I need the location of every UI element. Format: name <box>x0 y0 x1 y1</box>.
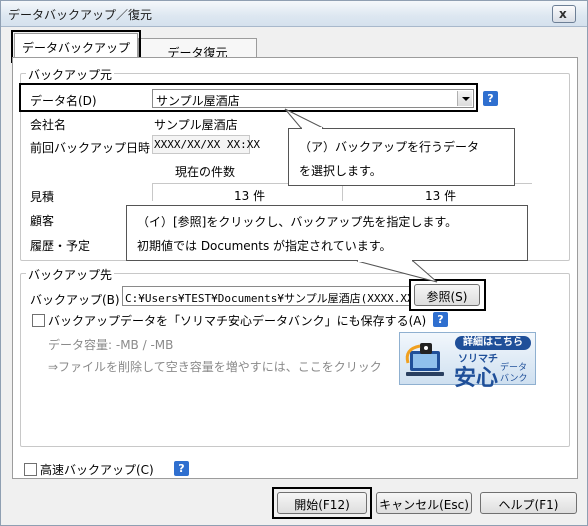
close-button[interactable]: x <box>552 5 576 23</box>
bank-help-icon[interactable]: ? <box>433 312 448 327</box>
data-name-help-icon[interactable]: ? <box>483 91 498 106</box>
cancel-button[interactable]: キャンセル(Esc) <box>376 492 472 514</box>
company-name-value: サンプル屋酒店 <box>154 118 238 132</box>
title-bar: データバックアップ／復元 x <box>1 1 587 27</box>
data-name-highlight-frame <box>19 83 478 112</box>
window-title: データバックアップ／復元 <box>8 8 153 22</box>
callout-b-line2: 初期値では Documents が指定されています。 <box>137 239 392 253</box>
banner-small-line2: バンク <box>500 374 528 384</box>
last-backup-value: XXXX/XX/XX XX:XX <box>154 138 260 151</box>
fast-backup-checkbox[interactable] <box>24 463 37 476</box>
start-highlight-frame <box>272 487 372 519</box>
cancel-button-label: キャンセル(Esc) <box>379 498 469 512</box>
backup-path-value: C:¥Users¥TEST¥Documents¥サンプル屋酒店(XXXX.XX. <box>125 292 411 305</box>
backup-destination-group-title: バックアップ先 <box>26 266 115 283</box>
customer-label: 顧客 <box>30 214 55 228</box>
fast-backup-label[interactable]: 高速バックアップ(C) <box>40 461 154 478</box>
free-space-hint-link[interactable]: ⇒ファイルを削除して空き容量を増やすには、ここをクリック <box>48 358 382 375</box>
computer-lock-icon <box>405 343 444 376</box>
browse-highlight-frame <box>409 279 486 311</box>
company-name-label: 会社名 <box>30 118 67 132</box>
estimate-count-value-2: 13 件 <box>425 189 457 203</box>
backup-restore-window: データバックアップ／復元 x データバックアップ データ復元 バックアップ元 デ… <box>0 0 588 526</box>
backup-path-label: バックアップ(B) <box>30 293 120 307</box>
callout-a-line1: （ア）バックアップを行うデータ <box>299 140 480 154</box>
count-header: 現在の件数 <box>175 165 236 179</box>
banner-details-tag: 詳細はこちら <box>455 336 531 350</box>
estimate-count-value-1: 13 件 <box>234 189 266 203</box>
callout-b-bubble: （イ）[参照]をクリックし、バックアップ先を指定します。 初期値では Docum… <box>126 205 528 261</box>
backup-source-group-title: バックアップ元 <box>26 66 115 83</box>
close-icon: x <box>559 7 567 21</box>
callout-a-bubble: （ア）バックアップを行うデータ を選択します。 <box>288 128 515 186</box>
history-schedule-label: 履歴・予定 <box>30 239 91 253</box>
help-button[interactable]: ヘルプ(F1) <box>480 492 577 514</box>
bank-save-checkbox[interactable] <box>32 314 45 327</box>
bank-save-checkbox-label[interactable]: バックアップデータを「ソリマチ安心データバンク」にも保存する(A) <box>48 312 426 329</box>
anshin-data-bank-banner[interactable]: 詳細はこちら ソリマチ 安心 データ バンク <box>399 332 536 391</box>
callout-a-line2: を選択します。 <box>299 164 382 178</box>
banner-big-text: 安心 <box>454 366 499 391</box>
help-button-label: ヘルプ(F1) <box>498 498 559 512</box>
banner-small-line1: データ <box>500 363 528 373</box>
callout-b-line1: （イ）[参照]をクリックし、バックアップ先を指定します。 <box>137 215 458 229</box>
data-capacity-text: データ容量: -MB / -MB <box>48 338 174 352</box>
fast-backup-help-icon[interactable]: ? <box>174 461 189 476</box>
last-backup-label: 前回バックアップ日時 <box>30 141 151 155</box>
estimate-label: 見積 <box>30 190 55 204</box>
backup-path-field[interactable]: C:¥Users¥TEST¥Documents¥サンプル屋酒店(XXXX.XX. <box>122 286 411 306</box>
